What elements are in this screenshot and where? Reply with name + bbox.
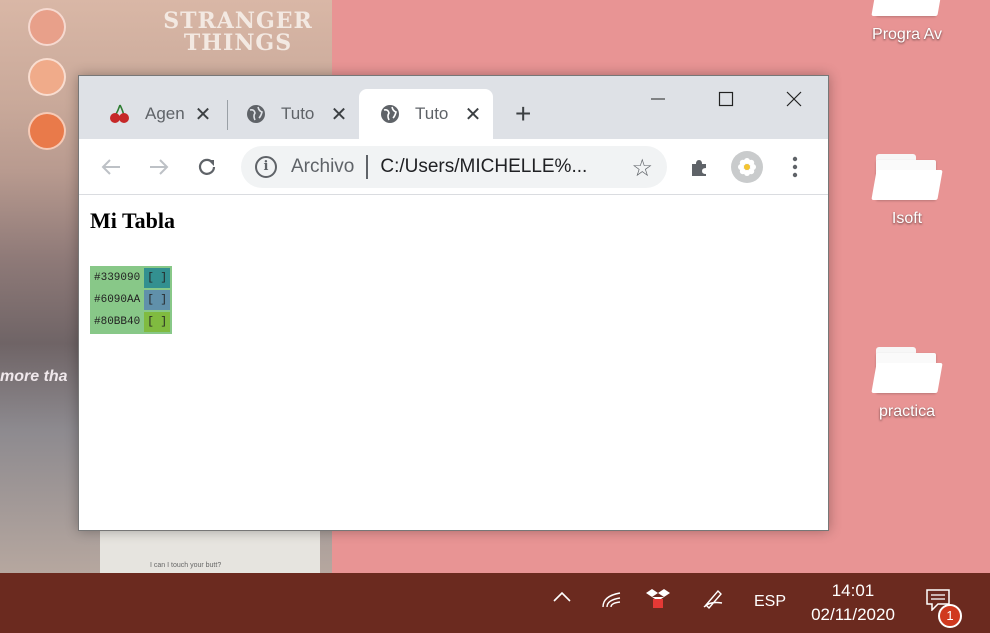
maximize-button[interactable]: [703, 84, 749, 114]
tab-agen[interactable]: Agen ✕: [89, 89, 219, 139]
browser-window: Agen ✕ Tuto ✕ Tuto ✕ + i Archivo C:/User…: [78, 75, 829, 531]
clock[interactable]: 14:01 02/11/2020: [800, 579, 906, 627]
wallpaper-card-text: I can I touch your butt?: [150, 562, 222, 569]
omnibox-divider: [366, 155, 369, 179]
profile-avatar[interactable]: [731, 151, 763, 183]
globe-icon: [245, 103, 267, 125]
language-indicator[interactable]: ESP: [754, 593, 786, 611]
close-icon[interactable]: ✕: [329, 102, 349, 127]
reload-button[interactable]: [191, 151, 223, 183]
taskbar: ESP 14:01 02/11/2020: [0, 573, 990, 633]
hex-cell: #80BB40: [94, 316, 141, 328]
page-content: Mi Tabla #339090 [ ] #6090AA [ ] #80BB40…: [79, 196, 828, 530]
globe-icon: [379, 103, 401, 125]
wallpaper-title: STRANGER THINGS: [163, 8, 313, 56]
wallpaper-circle: [28, 8, 66, 46]
close-icon[interactable]: ✕: [463, 102, 483, 127]
wallpaper-circle: [28, 112, 66, 150]
tab-tuto-1[interactable]: Tuto ✕: [225, 89, 355, 139]
time-text: 14:01: [831, 581, 875, 600]
date-text: 02/11/2020: [811, 605, 895, 624]
new-tab-button[interactable]: +: [515, 100, 531, 128]
desktop-icon-label: Progra Av: [872, 26, 942, 43]
info-icon[interactable]: i: [255, 156, 277, 178]
folder-icon: [871, 150, 943, 202]
desktop-icon-label: Isoft: [891, 210, 923, 227]
minimize-button[interactable]: [635, 84, 681, 114]
tab-strip: Agen ✕ Tuto ✕ Tuto ✕ +: [79, 76, 828, 139]
table-row: #339090 [ ]: [92, 268, 171, 288]
close-window-button[interactable]: [771, 84, 817, 114]
pen-icon[interactable]: [702, 587, 724, 614]
close-icon[interactable]: ✕: [193, 102, 213, 127]
dropbox-icon[interactable]: [646, 587, 670, 614]
cherry-icon: [109, 103, 131, 125]
browser-toolbar: i Archivo C:/Users/MICHELLE%... ☆: [79, 139, 828, 195]
tab-label: Tuto: [281, 104, 315, 123]
forward-button[interactable]: [143, 151, 175, 183]
page-title: Mi Tabla: [90, 208, 175, 233]
desktop-icon-progra-av[interactable]: Progra Av: [862, 0, 952, 44]
wifi-icon[interactable]: [600, 587, 622, 614]
table-row: #80BB40 [ ]: [92, 312, 171, 332]
tab-tuto-active[interactable]: Tuto ✕: [359, 89, 493, 139]
wallpaper-caption: more tha: [0, 368, 68, 385]
address-bar[interactable]: i Archivo C:/Users/MICHELLE%... ☆: [241, 146, 667, 188]
folder-icon: [871, 0, 943, 18]
folder-icon: [871, 343, 943, 395]
url-text[interactable]: C:/Users/MICHELLE%...: [380, 156, 600, 178]
notification-badge: 1: [938, 604, 962, 628]
extensions-button[interactable]: [683, 151, 715, 183]
file-chip: Archivo: [291, 156, 355, 177]
color-table: #339090 [ ] #6090AA [ ] #80BB40 [ ]: [90, 266, 173, 334]
wallpaper-circle: [28, 58, 66, 96]
swatch-cell: [ ]: [144, 290, 171, 310]
table-row: #6090AA [ ]: [92, 290, 171, 310]
chevron-up-icon[interactable]: [552, 587, 572, 612]
tab-label: Agen: [145, 104, 185, 123]
desktop-icon-practica[interactable]: practica: [862, 343, 952, 421]
tab-label: Tuto: [415, 104, 449, 123]
star-icon[interactable]: ☆: [631, 154, 653, 183]
desktop-icon-isoft[interactable]: Isoft: [862, 150, 952, 228]
menu-button[interactable]: [779, 151, 811, 183]
swatch-cell: [ ]: [144, 312, 171, 332]
hex-cell: #6090AA: [94, 294, 141, 306]
hex-cell: #339090: [94, 272, 141, 284]
back-button[interactable]: [95, 151, 127, 183]
desktop-icon-label: practica: [878, 403, 936, 420]
swatch-cell: [ ]: [144, 268, 171, 288]
